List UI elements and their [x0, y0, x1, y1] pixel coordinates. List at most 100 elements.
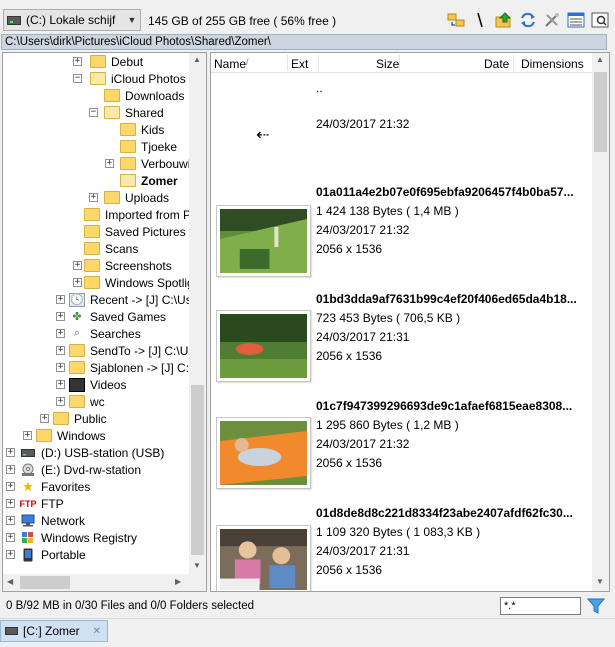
column-dimensions-header[interactable]: Dimensions: [521, 57, 584, 71]
expand-toggle[interactable]: +: [73, 57, 82, 66]
collapse-toggle[interactable]: −: [73, 74, 82, 83]
column-date-header[interactable]: Date: [484, 57, 509, 71]
folder-icon: [36, 429, 52, 442]
list-vertical-scrollbar[interactable]: ▲ ▼: [592, 53, 609, 591]
collapse-toggle[interactable]: −: [89, 108, 98, 117]
tree-item-windows-spotlight[interactable]: + Windows Spotligh: [73, 274, 200, 291]
expand-toggle[interactable]: +: [56, 295, 65, 304]
tree-item-videos[interactable]: + Videos: [56, 376, 126, 393]
scroll-down-icon[interactable]: ▼: [193, 561, 201, 570]
tree-item-icloud-photos[interactable]: − iCloud Photos: [73, 70, 186, 87]
scroll-thumb[interactable]: [20, 576, 70, 589]
tree-item-wc[interactable]: + wc: [56, 393, 105, 410]
column-ext-header[interactable]: Ext: [291, 57, 308, 71]
expand-toggle[interactable]: +: [89, 193, 98, 202]
column-separator: [287, 55, 288, 71]
tree-item-debut[interactable]: + Debut: [73, 53, 143, 70]
tab-zomer[interactable]: [C:] Zomer ✕: [0, 620, 108, 642]
expand-toggle[interactable]: +: [6, 499, 15, 508]
column-separator: [318, 55, 319, 71]
filter-icon[interactable]: [586, 597, 606, 615]
tree-item-portable[interactable]: + Portable: [6, 546, 86, 563]
path-bar[interactable]: C:\Users\dirk\Pictures\iCloud Photos\Sha…: [1, 34, 607, 50]
scroll-thumb[interactable]: [191, 385, 204, 555]
scroll-down-icon[interactable]: ▼: [596, 577, 604, 586]
scroll-up-icon[interactable]: ▲: [193, 55, 201, 64]
hard-drive-icon: [7, 15, 21, 25]
tree-item-saved-pictures[interactable]: Saved Pictures: [84, 223, 186, 240]
up-folder-icon[interactable]: [494, 10, 513, 29]
tree-item-saved-games[interactable]: + ✤ Saved Games: [56, 308, 166, 325]
tree-item-sendto[interactable]: + SendTo -> [J] C:\Us: [56, 342, 194, 359]
expand-toggle[interactable]: +: [56, 397, 65, 406]
expand-toggle[interactable]: +: [56, 329, 65, 338]
tree-item-verbouwin[interactable]: + Verbouwin: [105, 155, 197, 172]
expand-toggle[interactable]: +: [23, 431, 32, 440]
folder-icon: [53, 412, 69, 425]
tools-icon[interactable]: [542, 10, 561, 29]
tree-item-uploads[interactable]: + Uploads: [89, 189, 169, 206]
tree-item-scans[interactable]: Scans: [84, 240, 138, 257]
scroll-right-icon[interactable]: ▶: [175, 577, 181, 586]
expand-toggle[interactable]: +: [56, 346, 65, 355]
file-list[interactable]: Name / Ext Size Date Dimensions .. ⇠ 24/…: [210, 52, 610, 592]
folder-icon: [69, 395, 85, 408]
expand-toggle[interactable]: +: [56, 312, 65, 321]
column-name-header[interactable]: Name: [214, 57, 246, 71]
expand-toggle[interactable]: +: [6, 516, 15, 525]
tree-item-favorites[interactable]: + ★ Favorites: [6, 478, 90, 495]
expand-toggle[interactable]: +: [105, 159, 114, 168]
tree-item-windows[interactable]: + Windows: [23, 427, 106, 444]
expand-toggle[interactable]: +: [6, 448, 15, 457]
free-space-text: 145 GB of 255 GB free ( 56% free ): [148, 14, 337, 28]
tree-item-kids[interactable]: Kids: [120, 121, 164, 138]
drive-select[interactable]: (C:) Lokale schijf ▼: [3, 9, 141, 31]
tree-horizontal-scrollbar[interactable]: ◀ ▶: [3, 574, 206, 591]
scroll-left-icon[interactable]: ◀: [7, 577, 13, 586]
scroll-thumb[interactable]: [594, 72, 607, 152]
column-separator: [399, 55, 400, 71]
tree-item-dvd-drive[interactable]: + (E:) Dvd-rw-station: [6, 461, 141, 478]
expand-toggle[interactable]: +: [6, 465, 15, 474]
tree-item-screenshots[interactable]: + Screenshots: [73, 257, 172, 274]
filter-input[interactable]: [500, 597, 581, 615]
toolbar: (C:) Lokale schijf ▼ 145 GB of 255 GB fr…: [0, 0, 615, 34]
tree-item-usb-drive[interactable]: + (D:) USB-station (USB): [6, 444, 164, 461]
expand-toggle[interactable]: +: [73, 278, 82, 287]
tree-item-network[interactable]: + Network: [6, 512, 85, 529]
tree-item-recent[interactable]: + 🕓 Recent -> [J] C:\Use: [56, 291, 198, 308]
expand-toggle[interactable]: +: [6, 550, 15, 559]
tree-item-ftp[interactable]: + FTP FTP: [6, 495, 64, 512]
tree-vertical-scrollbar[interactable]: ▲ ▼: [189, 53, 206, 574]
tree-item-windows-registry[interactable]: + Windows Registry: [6, 529, 137, 546]
tree-item-sjablonen[interactable]: + Sjablonen -> [J] C:\U: [56, 359, 201, 376]
expand-toggle[interactable]: +: [40, 414, 49, 423]
expand-toggle[interactable]: +: [56, 363, 65, 372]
tree-item-zomer[interactable]: Zomer: [120, 172, 178, 189]
expand-toggle[interactable]: +: [6, 533, 15, 542]
chevron-down-icon[interactable]: ▼: [124, 15, 140, 25]
expand-toggle[interactable]: +: [73, 261, 82, 270]
expand-toggle[interactable]: +: [6, 482, 15, 491]
toolbar-icons: [446, 10, 609, 29]
column-size-header[interactable]: Size: [376, 57, 399, 71]
parent-name: ..: [316, 81, 323, 95]
tree-item-public[interactable]: + Public: [40, 410, 107, 427]
view-details-icon[interactable]: [566, 10, 585, 29]
expand-toggle[interactable]: +: [56, 380, 65, 389]
folder-icon: [84, 208, 100, 221]
tree-item-searches[interactable]: + ⌕ Searches: [56, 325, 141, 342]
folder-tree[interactable]: + Debut − iCloud Photos Downloads − Shar…: [2, 52, 207, 592]
preview-icon[interactable]: [590, 10, 609, 29]
tree-item-label: Windows: [57, 428, 106, 443]
scroll-up-icon[interactable]: ▲: [596, 55, 604, 64]
tree-item-downloads[interactable]: Downloads: [104, 87, 184, 104]
tree-item-imported[interactable]: Imported from Pho: [84, 206, 204, 223]
refresh-icon[interactable]: [518, 10, 537, 29]
tree-item-tjoeke[interactable]: Tjoeke: [120, 138, 177, 155]
tree-item-label: Favorites: [41, 479, 91, 494]
sync-folders-icon[interactable]: [446, 10, 465, 29]
close-icon[interactable]: ✕: [93, 626, 101, 637]
file-size: 1 295 860 Bytes ( 1,2 MB ): [316, 418, 459, 432]
tree-item-shared[interactable]: − Shared: [89, 104, 164, 121]
